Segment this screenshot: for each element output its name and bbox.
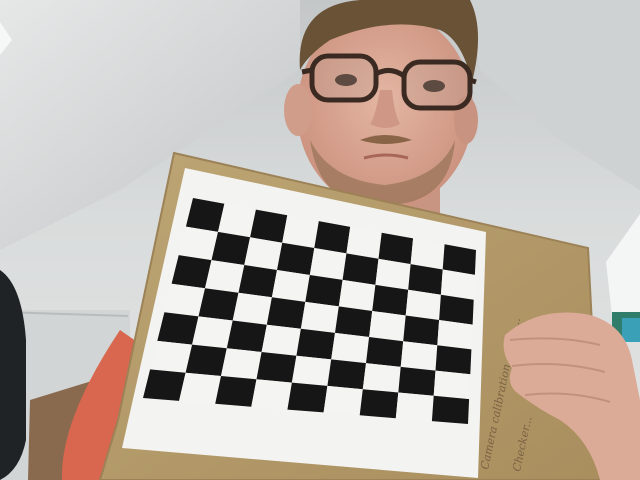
checker-square-dark — [238, 265, 277, 298]
checker-square-dark — [327, 359, 366, 390]
checker-square-light — [331, 332, 370, 364]
checker-square-dark — [296, 328, 335, 360]
checker-square-dark — [157, 312, 199, 345]
checker-square-light — [271, 270, 310, 302]
checker-square-light — [251, 379, 292, 410]
checker-square-light — [400, 341, 438, 371]
checker-square-dark — [359, 389, 399, 419]
checker-square-light — [150, 340, 193, 373]
checker-square-light — [179, 372, 221, 404]
checker-square-light — [300, 301, 339, 333]
checker-square-dark — [256, 352, 297, 383]
checker-square-dark — [250, 209, 288, 243]
left-eye — [335, 74, 357, 86]
checker-square-dark — [431, 395, 470, 424]
checker-square-dark — [215, 376, 257, 407]
checker-square-dark — [372, 284, 409, 316]
checker-square-dark — [435, 345, 472, 375]
checker-square-light — [192, 316, 233, 349]
checker-square-light — [164, 283, 205, 317]
checker-square-light — [362, 363, 401, 393]
checker-square-light — [369, 311, 406, 342]
checker-square-dark — [408, 264, 443, 295]
checker-square-dark — [226, 320, 267, 352]
checker-square-light — [221, 348, 262, 380]
checker-square-light — [261, 324, 301, 356]
checker-square-light — [395, 392, 434, 422]
checker-square-light — [232, 292, 272, 325]
checker-square-dark — [171, 255, 212, 289]
checker-square-light — [375, 258, 411, 290]
checker-square-dark — [143, 369, 186, 401]
checker-square-light — [433, 370, 471, 400]
webcam-frame: Camera calibration ... for ... Checker..… — [0, 0, 640, 480]
checker-square-light — [323, 385, 363, 416]
checker-square-dark — [287, 382, 328, 413]
checker-square-dark — [439, 294, 474, 325]
checker-square-light — [309, 248, 347, 280]
right-eye — [423, 80, 445, 92]
checker-square-dark — [342, 253, 379, 285]
checker-square-dark — [314, 221, 351, 254]
checker-square-dark — [335, 306, 373, 337]
checker-square-light — [205, 260, 245, 293]
checker-square-light — [338, 279, 376, 311]
bookshelf-item-2 — [622, 318, 640, 342]
checker-square-light — [282, 215, 319, 248]
checker-square-dark — [211, 231, 251, 265]
left-ear — [284, 84, 312, 136]
checker-square-dark — [403, 315, 440, 346]
glasses-arm-left — [301, 67, 313, 75]
glasses-arm-right — [469, 77, 477, 85]
checker-square-light — [218, 203, 256, 238]
checker-square-light — [437, 320, 473, 350]
checker-square-light — [405, 289, 441, 320]
checker-square-dark — [266, 297, 306, 329]
checker-square-dark — [305, 275, 343, 307]
checker-square-dark — [198, 288, 239, 321]
checker-square-light — [291, 355, 332, 386]
checker-square-dark — [185, 344, 227, 376]
checker-square-dark — [277, 242, 315, 275]
checker-square-dark — [366, 337, 404, 367]
checker-square-dark — [398, 366, 436, 396]
checker-square-light — [244, 237, 283, 270]
